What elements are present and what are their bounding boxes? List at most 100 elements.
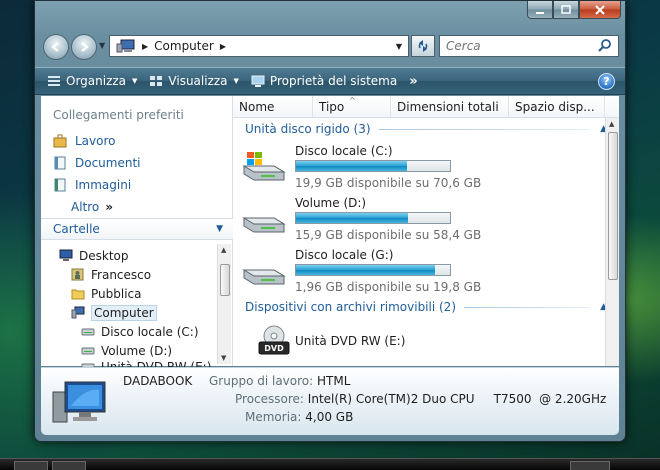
- arrow-left-icon: [51, 42, 59, 52]
- group-header-hard-disks[interactable]: Unità disco rigido (3) ▲: [233, 118, 619, 140]
- tree-item-desktop[interactable]: Desktop: [41, 246, 216, 265]
- column-header-free-space[interactable]: Spazio disp...: [509, 96, 605, 118]
- search-box[interactable]: [439, 35, 619, 57]
- taskbar-button[interactable]: [52, 461, 86, 470]
- drive-usage-fill: [296, 161, 407, 171]
- more-favorites-link[interactable]: Altro »: [41, 196, 232, 218]
- workgroup-label: Gruppo di lavoro:: [209, 374, 314, 388]
- tree-item-drive-c[interactable]: Disco locale (C:): [41, 322, 216, 341]
- tree-item-francesco[interactable]: Francesco: [41, 265, 216, 284]
- back-button[interactable]: [43, 34, 69, 60]
- double-chevron-icon: »: [105, 200, 114, 214]
- computer-icon: [116, 39, 136, 53]
- group-header-removable[interactable]: Dispositivi con archivi rimovibili (2) ▲: [233, 296, 619, 318]
- maximize-icon: [561, 4, 571, 14]
- drive-name: Disco locale (C:): [295, 144, 393, 158]
- scrollbar-thumb[interactable]: [220, 264, 230, 296]
- command-bar: Organizza ▼ Visualizza ▼ Proprietà del s…: [35, 67, 625, 95]
- system-properties-button[interactable]: Proprietà del sistema: [245, 68, 403, 94]
- hard-drive-icon: [242, 217, 286, 233]
- computer-name: DADABOOK: [123, 374, 193, 388]
- computer-icon: [71, 306, 85, 319]
- recent-pages-dropdown[interactable]: ▼: [99, 41, 105, 50]
- refresh-icon: [418, 40, 428, 52]
- organize-label: Organizza: [66, 74, 127, 88]
- column-header-total-size[interactable]: Dimensioni totali: [391, 96, 509, 118]
- content-scrollbar[interactable]: ▲: [605, 118, 619, 366]
- chevron-down-icon: ▼: [233, 77, 239, 85]
- column-label: Dimensioni totali: [397, 100, 499, 114]
- drive-usage-bar: [295, 212, 451, 224]
- search-input[interactable]: [446, 39, 586, 53]
- favorite-label: Documenti: [75, 156, 141, 170]
- folder-icon: [71, 287, 85, 300]
- more-commands-button[interactable]: »: [409, 74, 417, 89]
- processor-row: Processore: Intel(R) Core(TM)2 Duo CPU T…: [235, 392, 606, 406]
- tree-item-drive-d[interactable]: Volume (D:): [41, 341, 216, 360]
- windows-drive-icon: [242, 152, 286, 181]
- drive-free-space: 1,96 GB disponibile su 19,8 GB: [295, 280, 482, 294]
- window-controls: [527, 1, 621, 19]
- address-bar[interactable]: ▶ Computer ▶ ▼: [109, 35, 409, 57]
- scroll-down-icon[interactable]: ▼: [221, 354, 226, 362]
- taskbar-button[interactable]: [14, 461, 48, 470]
- column-header-type[interactable]: ^ Tipo: [313, 96, 391, 118]
- folders-header[interactable]: Cartelle ▼: [41, 218, 233, 240]
- documents-icon: [53, 156, 67, 170]
- scroll-up-icon[interactable]: ▲: [221, 246, 226, 254]
- dvd-badge: DVD: [264, 344, 284, 353]
- drive-name: Volume (D:): [295, 196, 367, 210]
- system-properties-icon: [251, 75, 265, 87]
- breadcrumb-computer[interactable]: Computer: [154, 39, 214, 53]
- arrow-right-icon: [81, 42, 89, 52]
- help-button[interactable]: ?: [598, 73, 615, 90]
- maximize-button[interactable]: [553, 1, 579, 19]
- tree-item-pubblica[interactable]: Pubblica: [41, 284, 216, 303]
- favorite-label: Lavoro: [75, 134, 116, 148]
- dvd-drive-icon: DVD: [258, 325, 290, 355]
- favorite-link-work[interactable]: Lavoro: [41, 130, 232, 152]
- drive-free-space: 15,9 GB disponibile su 58,4 GB: [295, 228, 482, 242]
- chevron-down-icon[interactable]: ▼: [396, 42, 402, 51]
- views-icon: [149, 75, 163, 87]
- desktop-icon: [59, 249, 73, 262]
- tree-label: Francesco: [91, 267, 152, 282]
- tree-label: Disco locale (C:): [101, 324, 199, 339]
- organize-menu[interactable]: Organizza ▼: [41, 68, 143, 94]
- processor-value: Intel(R) Core(TM)2 Duo CPU T7500 @ 2.20G…: [307, 392, 607, 406]
- minimize-button[interactable]: [527, 1, 553, 19]
- drive-usage-bar: [295, 264, 451, 276]
- drive-usage-bar: [295, 160, 451, 172]
- view-menu[interactable]: Visualizza ▼: [143, 68, 245, 94]
- favorite-link-pictures[interactable]: Immagini: [41, 174, 232, 196]
- forward-button[interactable]: [71, 34, 97, 60]
- tree-item-computer[interactable]: Computer: [41, 303, 216, 322]
- help-icon: ?: [603, 75, 610, 88]
- drive-item[interactable]: Disco locale (C:) 19,9 GB disponibile su…: [233, 140, 619, 192]
- taskbar-button[interactable]: [570, 461, 610, 470]
- drive-icon: [81, 325, 95, 338]
- system-properties-label: Proprietà del sistema: [269, 74, 398, 88]
- close-button[interactable]: [579, 1, 621, 19]
- breadcrumb-separator[interactable]: ▶: [220, 42, 226, 51]
- details-pane: DADABOOK Gruppo di lavoro: HTML Processo…: [41, 367, 619, 435]
- favorite-label: Immagini: [75, 178, 132, 192]
- drive-item[interactable]: Volume (D:) 15,9 GB disponibile su 58,4 …: [233, 192, 619, 244]
- refresh-button[interactable]: [411, 35, 435, 57]
- search-icon[interactable]: [598, 38, 612, 55]
- dvd-drive-item[interactable]: DVD Unità DVD RW (E:): [233, 318, 619, 362]
- drive-item[interactable]: Disco locale (G:) 1,96 GB disponibile su…: [233, 244, 619, 296]
- column-header-name[interactable]: Nome: [233, 96, 313, 118]
- organize-icon: [47, 75, 61, 87]
- scrollbar-thumb[interactable]: [608, 132, 618, 280]
- computer-icon: [52, 381, 106, 423]
- minimize-icon: [536, 11, 544, 14]
- breadcrumb-separator[interactable]: ▶: [142, 42, 148, 51]
- memory-value: 4,00 GB: [305, 410, 354, 424]
- view-label: Visualizza: [168, 74, 228, 88]
- scroll-up-icon[interactable]: ▲: [609, 120, 614, 128]
- favorite-link-documents[interactable]: Documenti: [41, 152, 232, 174]
- briefcase-icon: [53, 134, 67, 148]
- group-divider: [378, 128, 591, 130]
- folder-tree-scrollbar[interactable]: ▲ ▼: [217, 244, 231, 364]
